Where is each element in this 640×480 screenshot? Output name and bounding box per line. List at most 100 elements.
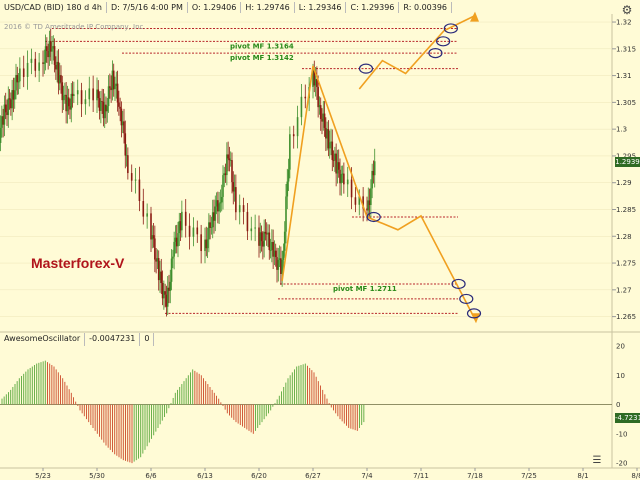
candle [84, 99, 87, 105]
price-chart[interactable]: pivot MF 1.3164 pivot MF 1.3142 pivot MF 1… [0, 0, 640, 480]
candle [343, 173, 345, 185]
candle [264, 231, 267, 234]
date-label: D: 7/5/16 4:00 PM [107, 1, 188, 13]
x-tick-label: 7/4 [361, 472, 373, 480]
range-label: R: 0.00396 [399, 1, 453, 13]
pivot-label: pivot MF 1.3142 [230, 54, 294, 62]
high-label: H: 1.29746 [241, 1, 295, 13]
x-tick-label: 7/11 [413, 472, 429, 480]
candle [277, 259, 280, 270]
candle [160, 271, 163, 284]
candle [62, 95, 65, 101]
candle [292, 134, 295, 137]
candle [350, 179, 353, 198]
candle [118, 102, 120, 107]
candle [173, 241, 175, 257]
candle [219, 202, 222, 204]
candle [282, 250, 285, 260]
candle [346, 179, 349, 185]
y-tick-label: 1.29 [616, 179, 632, 187]
copyright-watermark: 2016 © TD Ameritrade IP Company, Inc. [4, 23, 146, 31]
candle [154, 238, 156, 260]
candle [188, 225, 191, 237]
osc-y-tick-label: 0 [616, 401, 620, 409]
candle [26, 62, 29, 77]
candle [373, 161, 376, 176]
y-tick-label: 1.28 [616, 233, 632, 241]
candle [328, 142, 331, 149]
candle [300, 96, 303, 118]
candle [100, 101, 102, 111]
candle [317, 87, 319, 108]
candle [181, 211, 183, 231]
candle [172, 256, 174, 259]
candle [283, 231, 286, 251]
candle [196, 227, 199, 235]
candle [231, 160, 233, 183]
symbol-label[interactable]: USD/CAD (BID) 180 d 4h [0, 1, 107, 13]
candle [134, 179, 137, 181]
gear-icon[interactable]: ⚙ [620, 3, 634, 17]
candle [319, 105, 322, 119]
candle [200, 234, 202, 252]
oscillator-header: AwesomeOscillator -0.0047231 0 [0, 333, 155, 346]
candle [192, 227, 195, 237]
candle [30, 58, 33, 63]
candle [22, 68, 25, 77]
candle [268, 232, 271, 251]
candle [286, 181, 289, 197]
y-tick-label: 1.32 [616, 19, 632, 27]
chart-background [0, 0, 640, 480]
candle [116, 83, 119, 103]
candle [260, 232, 263, 242]
y-tick-label: 1.305 [616, 99, 636, 107]
candle [238, 205, 241, 213]
candle [337, 162, 340, 170]
x-tick-label: 7/18 [467, 472, 483, 480]
x-tick-label: 6/13 [197, 472, 213, 480]
candle [304, 96, 307, 99]
candle [106, 106, 109, 112]
candle [209, 222, 211, 228]
candle [206, 239, 209, 249]
candle [8, 98, 11, 100]
candle [220, 196, 223, 203]
candle [228, 158, 231, 161]
candle [60, 75, 62, 83]
candle [51, 48, 53, 52]
x-tick-label: 7/25 [521, 472, 537, 480]
candle [246, 211, 249, 232]
candle [269, 249, 272, 251]
low-label: L: 1.29346 [295, 1, 347, 13]
open-label: O: 1.29406 [188, 1, 242, 13]
x-tick-label: 8/1 [577, 472, 588, 480]
candle [80, 90, 83, 105]
candle [38, 62, 40, 71]
candle [323, 113, 326, 128]
x-tick-label: 5/23 [35, 472, 51, 480]
brand-label: Masterforex-V [31, 255, 125, 271]
candle [214, 206, 217, 221]
candle [16, 75, 19, 83]
y-tick-label: 1.265 [616, 313, 636, 321]
candle [109, 86, 111, 88]
oscillator-name[interactable]: AwesomeOscillator [0, 333, 86, 346]
x-tick-label: 6/27 [305, 472, 321, 480]
candle [184, 211, 187, 226]
close-label: C: 1.29396 [346, 1, 400, 13]
candle [114, 85, 116, 90]
candle [127, 155, 129, 174]
chart-header: USD/CAD (BID) 180 d 4h D: 7/5/16 4:00 PM… [0, 0, 453, 14]
osc-y-tick-label: 10 [616, 372, 625, 380]
candle [34, 58, 37, 71]
candle [4, 104, 7, 113]
candle [73, 94, 75, 96]
candle [235, 187, 237, 213]
candle [289, 134, 291, 170]
candle [17, 81, 20, 83]
candle [296, 117, 299, 137]
candle [218, 203, 220, 212]
candle [7, 98, 10, 116]
menu-icon[interactable]: ☰ [590, 454, 604, 468]
candle [88, 88, 91, 100]
